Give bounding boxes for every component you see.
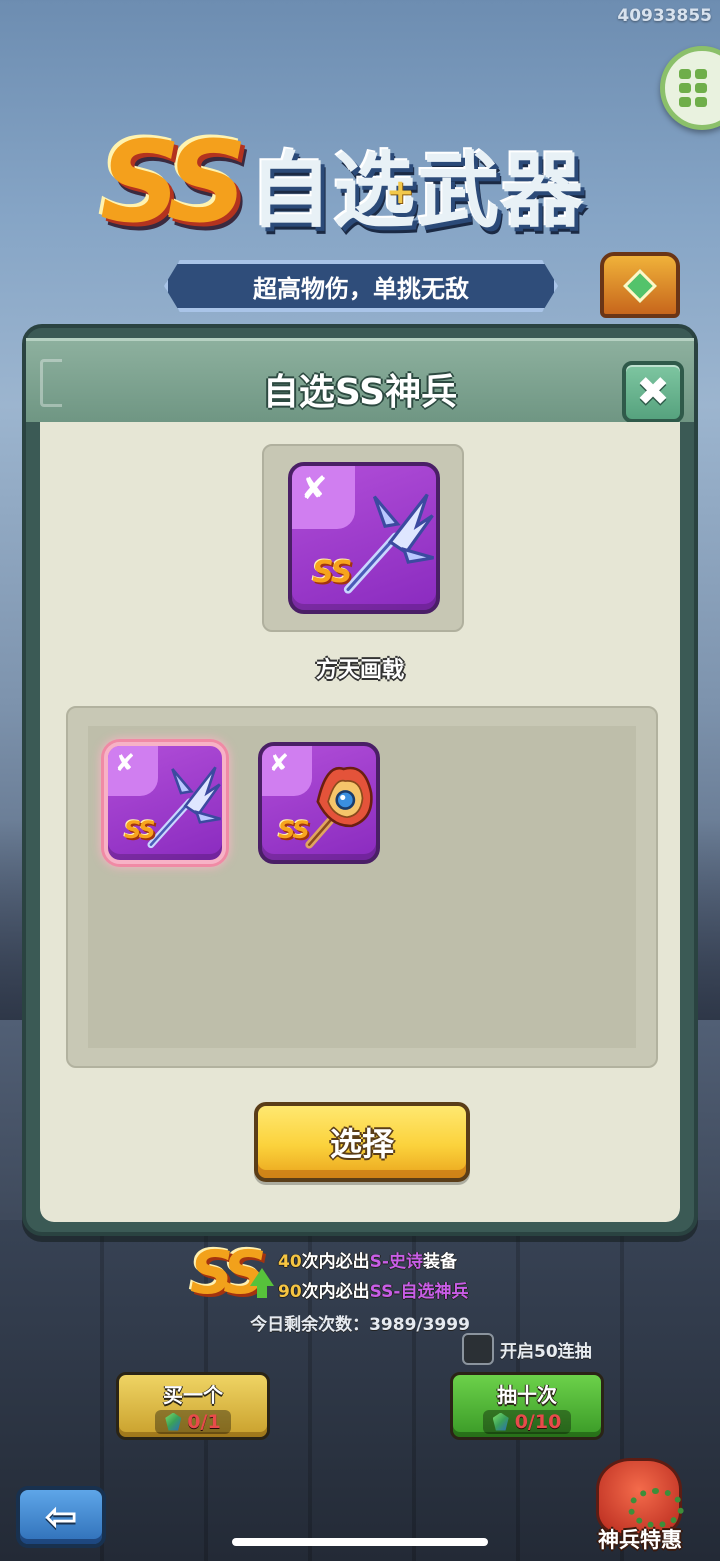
weapon-choice-grid: ✘ SS ✘ SS [66, 706, 658, 1068]
banner-plus-mark: + [386, 172, 415, 212]
treasure-chest-icon[interactable] [600, 252, 680, 318]
crystal-icon [492, 1412, 509, 1431]
close-icon: ✖ [636, 369, 670, 415]
crystal-icon [165, 1412, 182, 1431]
chest-gem-icon [623, 269, 657, 303]
select-button-label: 选择 [329, 1125, 394, 1163]
preview-weapon-card: ✘ SS [288, 462, 440, 614]
special-offer-label: 神兵特惠 [598, 1528, 682, 1552]
draw-ten-button[interactable]: 抽十次 0/10 [450, 1372, 604, 1440]
crossed-swords-icon: ✘ [268, 748, 289, 777]
buy-one-button[interactable]: 买一个 0/1 [116, 1372, 270, 1440]
back-button[interactable]: ⇦ [16, 1486, 106, 1548]
crossed-swords-icon: ✘ [300, 468, 328, 507]
draw-ten-label: 抽十次 [497, 1382, 557, 1407]
ss-rank-badge: SS [312, 554, 352, 590]
guarantee-text: 次内必出 [301, 1252, 370, 1272]
select-button[interactable]: 选择 [254, 1102, 470, 1182]
remaining-draws-text: 今日剩余次数：3989/3999 [250, 1315, 470, 1335]
banner-ss-logo: SS [100, 118, 247, 248]
upgrade-arrow-stem [257, 1284, 267, 1298]
weapon-card: ✘ SS [104, 742, 226, 864]
weapon-card: ✘ SS [258, 742, 380, 864]
menu-button[interactable] [660, 46, 720, 130]
grid-menu-icon [679, 69, 707, 107]
selected-weapon-name: 方天画戟 [315, 658, 404, 683]
fifty-draw-label: 开启50连抽 [500, 1341, 592, 1362]
guarantee-line-ss: 90次内必出SS-自选神兵 [278, 1277, 468, 1302]
ss-rank-badge: SS [123, 816, 156, 845]
user-id: 40933855 [617, 6, 712, 26]
weapon-grid-area: ✘ SS ✘ SS [88, 726, 636, 1048]
home-indicator[interactable] [232, 1538, 488, 1546]
dialog-title: 自选SS神兵 [262, 372, 458, 413]
buy-one-label: 买一个 [163, 1382, 223, 1407]
weapon-option-halberd[interactable]: ✘ SS [104, 742, 226, 864]
jade-beads-icon [628, 1488, 684, 1528]
weapon-special-offer-button[interactable]: 神兵特惠 [584, 1458, 696, 1558]
ss-guarantee-logo: SS [190, 1238, 266, 1308]
guarantee-text-tail: 装备 [422, 1252, 457, 1272]
buy-one-cost-text: 0/1 [187, 1410, 221, 1433]
guarantee-count: 90 [278, 1282, 302, 1302]
guarantee-text: 次内必出 [301, 1282, 370, 1302]
draw-ten-cost-text: 0/10 [514, 1410, 562, 1433]
banner-subtitle: 超高物伤，单挑无敌 [164, 260, 558, 312]
draw-ten-cost: 0/10 [482, 1409, 572, 1434]
guarantee-rarity: SS-自选神兵 [369, 1282, 469, 1302]
event-banner-title: SS 自选武器 [100, 118, 640, 248]
guarantee-line-epic: 40次内必出S-史诗装备 [278, 1247, 457, 1272]
close-button[interactable]: ✖ [622, 361, 684, 423]
banner-title-text: 自选武器 [249, 143, 586, 239]
weapon-option-fire-staff[interactable]: ✘ SS [258, 742, 380, 864]
guarantee-rarity: S-史诗 [369, 1252, 423, 1272]
dialog-body: ✘ SS 方天画戟 ✘ SS ✘ SS 选择 [40, 422, 680, 1222]
select-weapon-dialog: 自选SS神兵 ✖ ✘ SS 方天画戟 ✘ SS ✘ SS 选择 [22, 324, 698, 1236]
selected-weapon-preview: ✘ SS [262, 444, 464, 632]
guarantee-count: 40 [278, 1252, 302, 1272]
dialog-header: 自选SS神兵 ✖ [26, 338, 694, 423]
crossed-swords-icon: ✘ [114, 748, 135, 777]
fifty-draw-toggle[interactable]: 开启50连抽 [462, 1333, 592, 1365]
fifty-draw-checkbox[interactable] [462, 1333, 494, 1365]
ss-rank-badge: SS [277, 816, 310, 845]
back-arrow-icon: ⇦ [44, 1494, 78, 1540]
buy-one-cost: 0/1 [155, 1409, 231, 1434]
